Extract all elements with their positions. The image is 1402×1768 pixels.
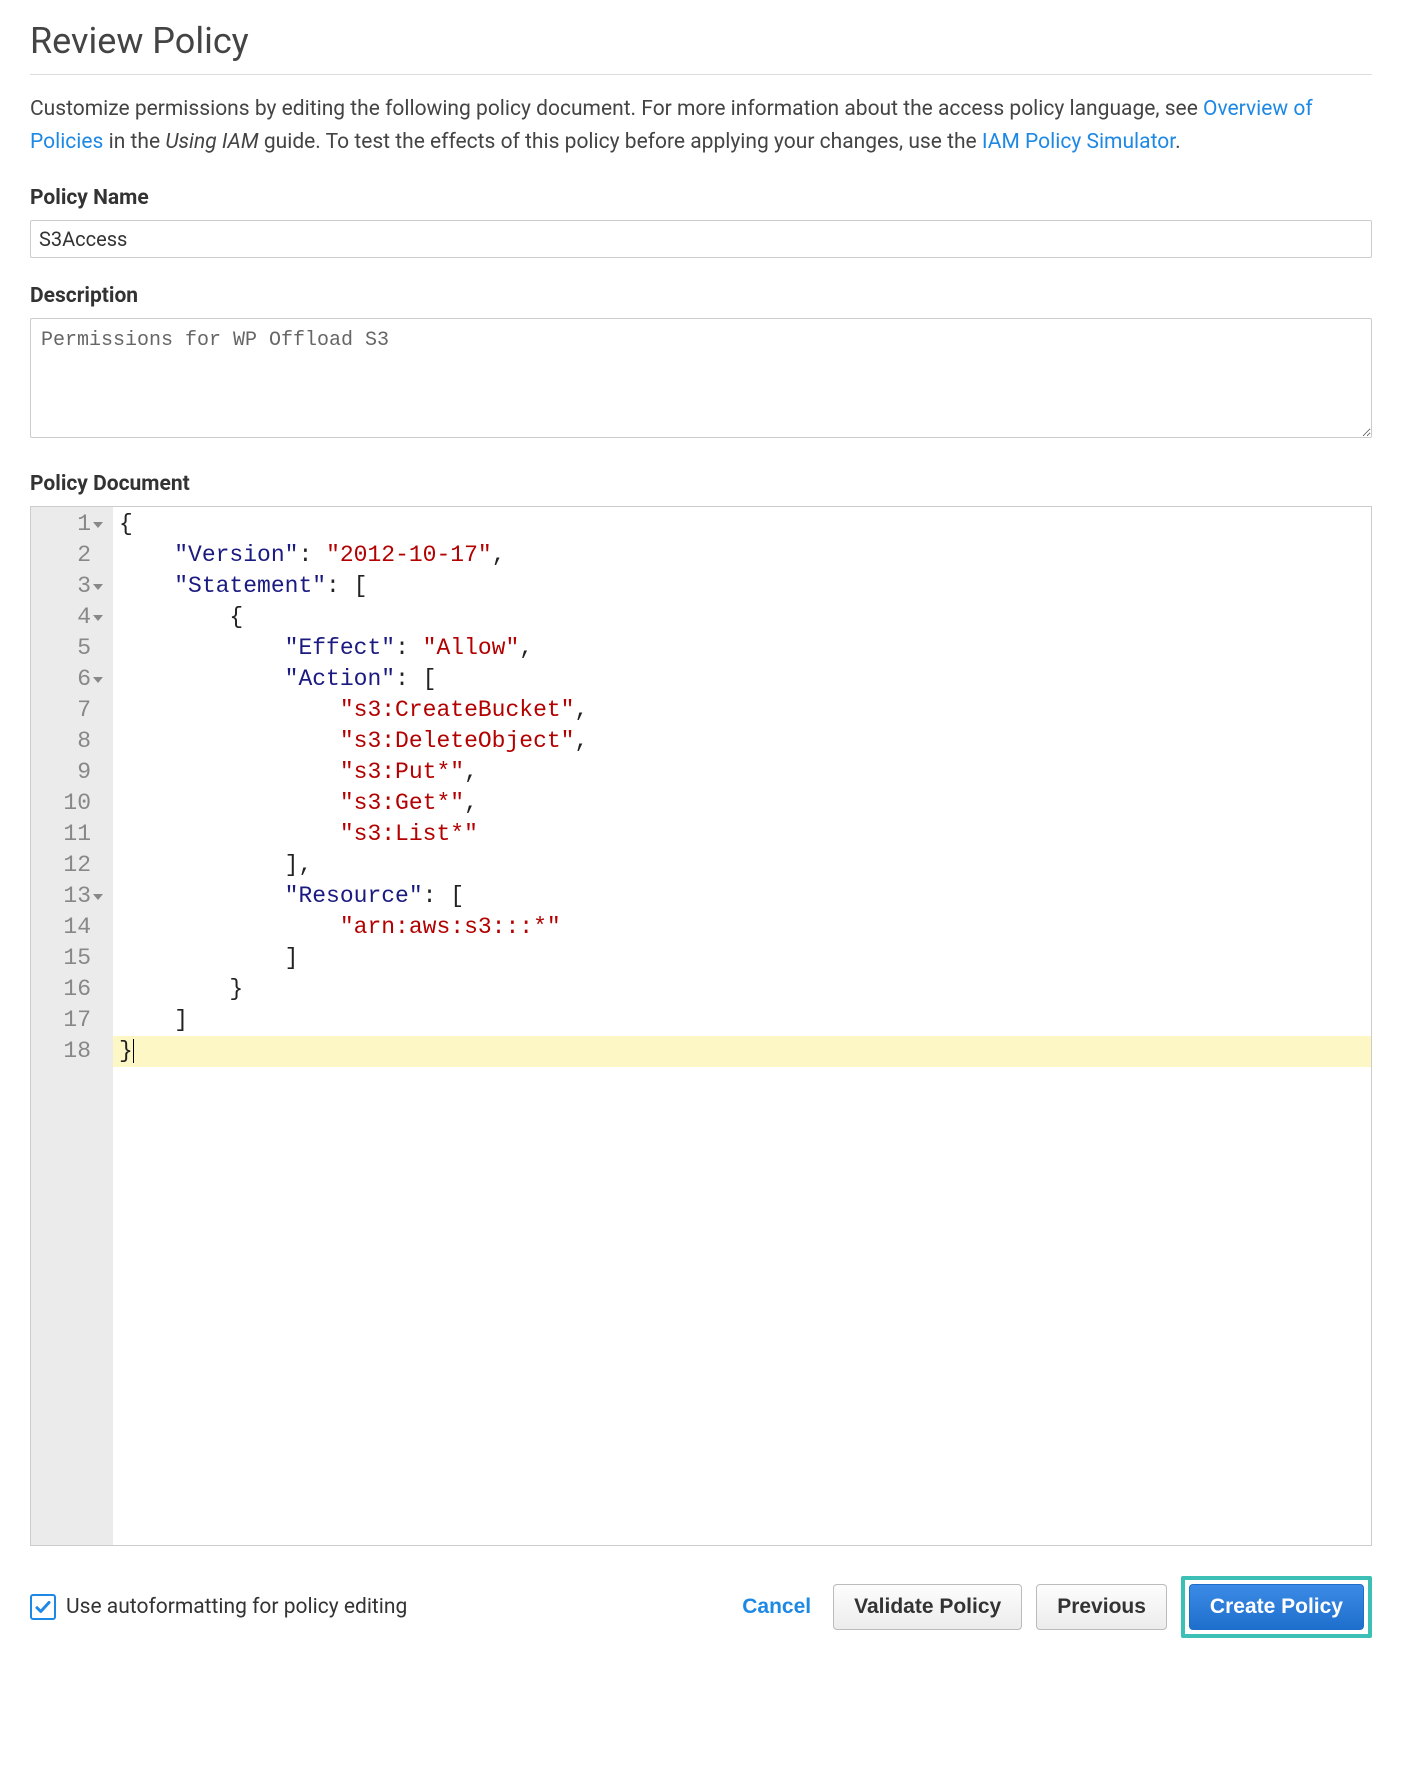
page-title: Review Policy	[30, 20, 1372, 75]
code-line[interactable]: "arn:aws:s3:::*"	[119, 912, 1371, 943]
line-number: 3	[31, 571, 105, 602]
line-number: 10	[31, 788, 105, 819]
autoformat-label: Use autoformatting for policy editing	[66, 1595, 407, 1619]
line-number: 7	[31, 695, 105, 726]
code-line[interactable]: }	[119, 974, 1371, 1005]
line-number: 11	[31, 819, 105, 850]
code-line[interactable]: "s3:Put*",	[119, 757, 1371, 788]
code-line[interactable]: "Effect": "Allow",	[119, 633, 1371, 664]
line-number: 8	[31, 726, 105, 757]
code-line[interactable]: }	[119, 1036, 1371, 1067]
code-line[interactable]: {	[119, 509, 1371, 540]
simulator-link[interactable]: IAM Policy Simulator	[982, 130, 1175, 154]
line-number: 15	[31, 943, 105, 974]
code-line[interactable]: "Resource": [	[119, 881, 1371, 912]
line-number: 13	[31, 881, 105, 912]
code-line[interactable]: ],	[119, 850, 1371, 881]
line-number: 12	[31, 850, 105, 881]
code-line[interactable]: "s3:List*"	[119, 819, 1371, 850]
cancel-button[interactable]: Cancel	[734, 1585, 819, 1629]
editor-code[interactable]: { "Version": "2012-10-17", "Statement": …	[113, 507, 1371, 1545]
code-line[interactable]: "Version": "2012-10-17",	[119, 540, 1371, 571]
policy-name-label: Policy Name	[30, 186, 1372, 210]
code-line[interactable]: ]	[119, 943, 1371, 974]
code-line[interactable]: "s3:DeleteObject",	[119, 726, 1371, 757]
line-number: 6	[31, 664, 105, 695]
intro-seg-4: .	[1175, 130, 1181, 154]
policy-document-editor[interactable]: 123456789101112131415161718 { "Version":…	[30, 506, 1372, 1546]
code-line[interactable]: "s3:Get*",	[119, 788, 1371, 819]
intro-seg-1: Customize permissions by editing the fol…	[30, 97, 1203, 121]
line-number: 18	[31, 1036, 105, 1067]
autoformat-toggle[interactable]: Use autoformatting for policy editing	[30, 1594, 407, 1620]
create-highlight: Create Policy	[1181, 1576, 1372, 1638]
previous-button[interactable]: Previous	[1036, 1584, 1167, 1630]
line-number: 2	[31, 540, 105, 571]
line-number: 9	[31, 757, 105, 788]
code-line[interactable]: "Action": [	[119, 664, 1371, 695]
description-label: Description	[30, 284, 1372, 308]
description-input[interactable]: Permissions for WP Offload S3	[30, 318, 1372, 438]
intro-text: Customize permissions by editing the fol…	[30, 93, 1372, 158]
footer-bar: Use autoformatting for policy editing Ca…	[30, 1566, 1372, 1638]
guide-name: Using IAM	[165, 130, 258, 154]
code-line[interactable]: "s3:CreateBucket",	[119, 695, 1371, 726]
code-line[interactable]: {	[119, 602, 1371, 633]
create-button[interactable]: Create Policy	[1189, 1584, 1364, 1630]
line-number: 4	[31, 602, 105, 633]
checkbox-icon	[30, 1594, 56, 1620]
code-line[interactable]: ]	[119, 1005, 1371, 1036]
line-number: 5	[31, 633, 105, 664]
editor-gutter: 123456789101112131415161718	[31, 507, 113, 1545]
validate-button[interactable]: Validate Policy	[833, 1584, 1022, 1630]
line-number: 17	[31, 1005, 105, 1036]
policy-document-label: Policy Document	[30, 472, 1372, 496]
code-line[interactable]: "Statement": [	[119, 571, 1371, 602]
line-number: 16	[31, 974, 105, 1005]
line-number: 14	[31, 912, 105, 943]
intro-seg-2: in the	[109, 130, 166, 154]
intro-seg-3: guide. To test the effects of this polic…	[264, 130, 982, 154]
policy-name-input[interactable]	[30, 220, 1372, 258]
line-number: 1	[31, 509, 105, 540]
